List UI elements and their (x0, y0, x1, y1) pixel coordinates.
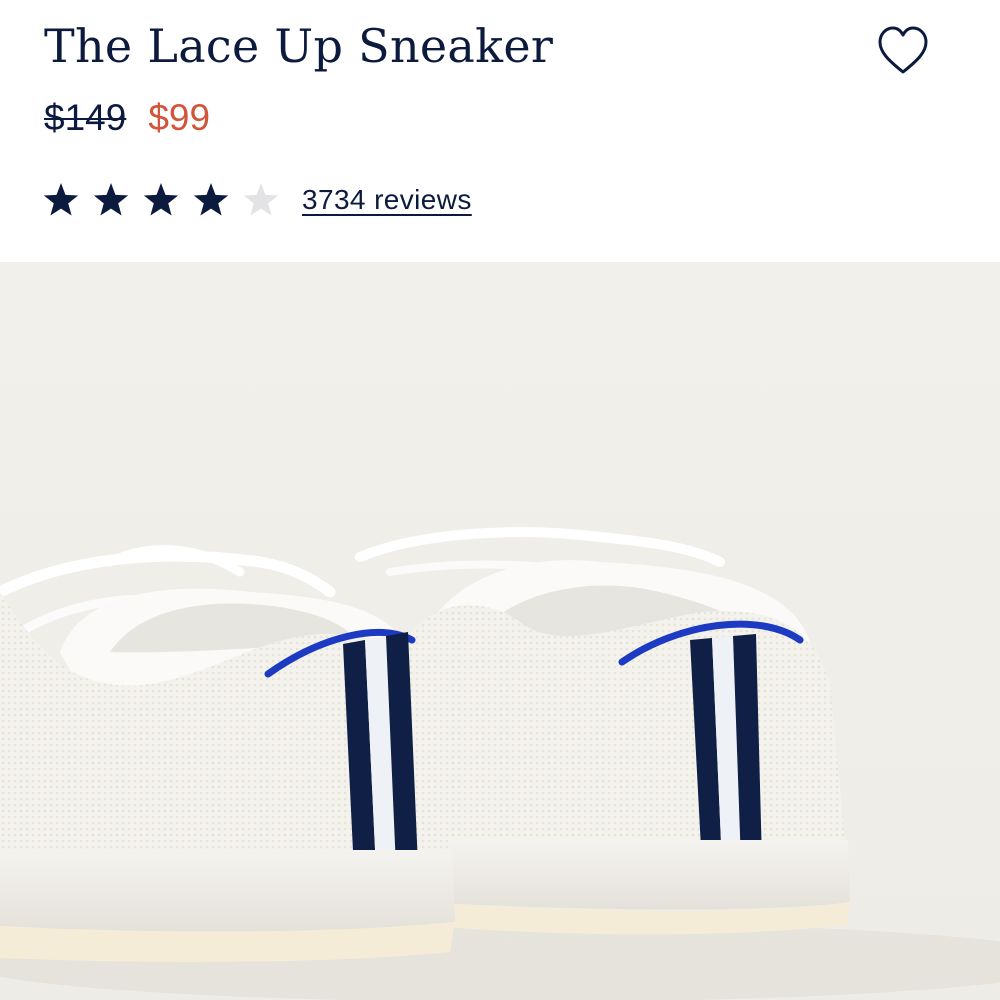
product-title: The Lace Up Sneaker (44, 19, 554, 73)
product-image (0, 262, 1000, 1000)
star-icon (243, 183, 279, 216)
heart-outline-icon (878, 26, 928, 74)
star-rating (42, 181, 280, 219)
reviews-link[interactable]: 3734 reviews (302, 184, 472, 216)
sale-price: $99 (148, 97, 211, 138)
original-price: $149 (44, 97, 127, 138)
star-icon (143, 183, 179, 216)
star-icon (193, 183, 229, 216)
star-icon (43, 183, 79, 216)
rating-row: 3734 reviews (42, 178, 472, 222)
price-block: $149 $99 (44, 96, 210, 140)
favorite-button[interactable] (872, 22, 934, 80)
star-icon (93, 183, 129, 216)
product-header: The Lace Up Sneaker $149 $99 3734 review… (0, 0, 1000, 262)
